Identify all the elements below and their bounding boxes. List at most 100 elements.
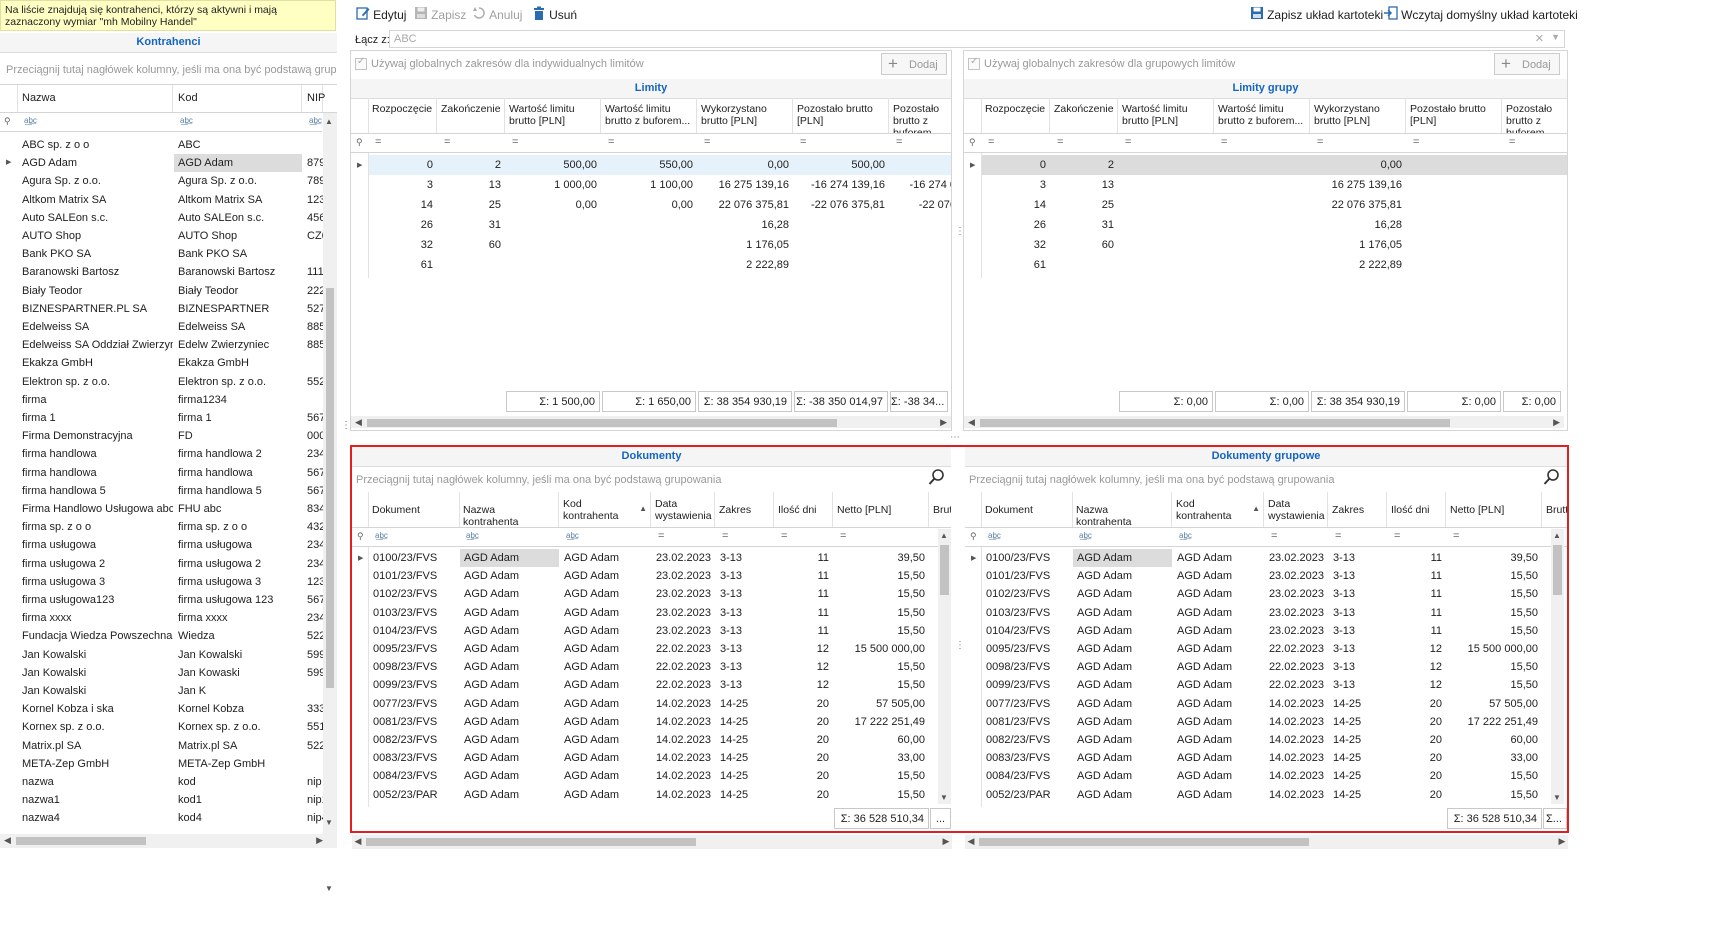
edit-button[interactable]: Edytuj [356,6,406,24]
link-combobox[interactable]: ABC ✕ ▼ [389,30,1565,48]
table-row[interactable]: firma xxxx firma xxxx 234 [0,609,323,627]
table-row[interactable]: 0077/23/FVS AGD Adam AGD Adam 14.02.2023 14-… [965,695,1550,713]
cancel-button[interactable]: Anuluj [472,6,522,24]
table-row[interactable]: 0052/23/PAR AGD Adam AGD Adam 14.02.2023 14-… [965,786,1550,804]
column-header-2[interactable]: NIP [303,85,325,112]
column-header-2[interactable]: Wartość limitu brutto [PLN] [506,98,601,133]
equals-filter-icon[interactable]: = [704,136,710,148]
table-row[interactable]: 0098/23/FVS AGD Adam AGD Adam 22.02.2023 3-1… [352,658,937,676]
table-row[interactable]: Jan Kowalski Jan Kowaski 599 [0,664,323,682]
equals-filter-icon[interactable]: = [1453,530,1459,542]
table-row[interactable]: Fundacja Wiedza Powszechna Wiedza 522 [0,627,323,645]
column-header-2[interactable]: Kod kontrahenta ▲ [560,492,651,527]
table-row[interactable]: 0084/23/FVS AGD Adam AGD Adam 14.02.2023 14-… [352,767,937,785]
table-row[interactable]: nazwa1 kod1 nip1 [0,791,323,809]
table-row[interactable]: 0081/23/FVS AGD Adam AGD Adam 14.02.2023 14-… [352,713,937,731]
scroll-left-icon[interactable]: ◀ [4,835,11,846]
group-limits-add-button[interactable]: + Dodaj [1494,53,1560,75]
scroll-down-icon[interactable]: ▼ [325,818,333,827]
scroll-up-icon[interactable]: ▲ [940,531,948,540]
table-row[interactable]: Edelweiss SA Edelweiss SA 885 [0,318,323,336]
table-row[interactable]: Ekakza GmbH Ekakza GmbH [0,354,322,372]
contractors-hscrollbar[interactable]: ◀ ▶ [0,834,337,848]
scroll-thumb[interactable] [326,288,334,688]
horizontal-splitter[interactable]: ⋯ [950,432,960,443]
equals-filter-icon[interactable]: = [781,530,787,542]
equals-filter-icon[interactable]: = [512,136,518,148]
table-row[interactable]: 0102/23/FVS AGD Adam AGD Adam 23.02.2023 3-1… [352,585,937,603]
save-layout-button[interactable]: Zapisz układ kartoteki [1250,6,1383,24]
equals-filter-icon[interactable]: = [444,136,450,148]
scroll-right-icon[interactable]: ▶ [940,417,947,428]
table-row[interactable]: Elektron sp. z o.o. Elektron sp. z o.o. 55… [0,373,323,391]
table-row[interactable]: 14 25 22 076 375,81 [982,195,1567,215]
limits-global-checkbox[interactable]: Używaj globalnych zakresów dla indywidua… [355,56,644,71]
table-row[interactable]: firma usługowa firma usługowa 234 [0,536,323,554]
text-filter-icon[interactable]: a͟b͟c [988,531,1001,540]
equals-filter-icon[interactable]: = [1221,136,1227,148]
column-header-4[interactable]: Zakres [1329,492,1387,527]
left-splitter[interactable]: ⋮ [341,420,351,431]
column-header-1[interactable]: Nazwa kontrahenta [1073,492,1172,527]
column-header-4[interactable]: Zakres [716,492,774,527]
table-row[interactable]: 0104/23/FVS AGD Adam AGD Adam 23.02.2023 3-1… [965,622,1550,640]
table-row[interactable]: 0077/23/FVS AGD Adam AGD Adam 14.02.2023 14-… [352,695,937,713]
documents-hscrollbar[interactable]: ◀ ▶ [352,835,952,849]
contractors-vscrollbar[interactable]: ▲ ▼ [323,113,337,893]
table-row[interactable]: 0103/23/FVS AGD Adam AGD Adam 23.02.2023 3-1… [352,604,937,622]
table-row[interactable]: Auto SALEon s.c. Auto SALEon s.c. 456 [0,209,323,227]
table-row[interactable]: Jan Kowalski Jan K [0,682,322,700]
text-filter-icon[interactable]: a͟b͟c [566,531,579,540]
table-row[interactable]: 0052/23/PAR AGD Adam AGD Adam 14.02.2023 14-… [352,786,937,804]
scroll-right-icon[interactable]: ▶ [1553,417,1560,428]
table-row[interactable]: firma handlowa 5 firma handlowa 5 567 [0,482,323,500]
load-layout-button[interactable]: Wczytaj domyślny układ kartoteki [1384,6,1578,24]
equals-filter-icon[interactable]: = [1394,530,1400,542]
table-row[interactable]: firma sp. z o o firma sp. z o o 432 [0,518,323,536]
table-row[interactable]: Firma Demonstracyjna FD 000 [0,427,323,445]
table-row[interactable]: 32 60 1 176,05 [369,235,951,255]
limits-hscrollbar[interactable]: ◀ ▶ [964,416,1564,428]
table-row[interactable]: 0103/23/FVS AGD Adam AGD Adam 23.02.2023 3-1… [965,604,1550,622]
equals-filter-icon[interactable]: = [1509,136,1515,148]
table-row[interactable]: firma 1 firma 1 567 [0,409,323,427]
table-row[interactable]: 61 2 222,89 [369,255,951,275]
column-header-5[interactable]: Pozostało brutto [PLN] [794,98,889,133]
table-row[interactable]: 0101/23/FVS AGD Adam AGD Adam 23.02.2023 3-1… [352,567,937,585]
table-row[interactable]: firma handlowa firma handlowa 2 234 [0,445,323,463]
text-filter-icon[interactable]: a͟b͟c [24,116,37,125]
vertical-splitter-top[interactable]: ⋮ [955,227,965,237]
table-row[interactable]: AUTO Shop AUTO Shop CZ6 [0,227,323,245]
column-header-6[interactable]: Pozostało brutto z buforem [PLN] [1503,98,1567,133]
table-row[interactable]: 0082/23/FVS AGD Adam AGD Adam 14.02.2023 14-… [352,731,937,749]
equals-filter-icon[interactable]: = [375,136,381,148]
column-header-5[interactable]: Ilość dni [775,492,833,527]
documents-vscrollbar[interactable]: ▲ ▼ [1551,529,1564,804]
table-row[interactable]: Biały Teodor Biały Teodor 222 [0,282,323,300]
scroll-thumb[interactable] [980,419,1450,427]
text-filter-icon[interactable]: a͟b͟c [1179,531,1192,540]
column-header-1[interactable]: Nazwa kontrahenta [460,492,559,527]
table-row[interactable]: BIZNESPARTNER.PL SA BIZNESPARTNER 527 [0,300,323,318]
text-filter-icon[interactable]: a͟b͟c [466,531,479,540]
equals-filter-icon[interactable]: = [722,530,728,542]
column-header-0[interactable]: Dokument [982,492,1073,527]
table-row[interactable]: 0 2 0,00 [982,155,1567,175]
text-filter-icon[interactable]: a͟b͟c [1079,531,1092,540]
table-row[interactable]: 0082/23/FVS AGD Adam AGD Adam 14.02.2023 14-… [965,731,1550,749]
table-row[interactable]: 0095/23/FVS AGD Adam AGD Adam 22.02.2023 3-1… [352,640,937,658]
group-documents-hscrollbar[interactable]: ◀ ▶ [965,835,1568,849]
column-header-5[interactable]: Pozostało brutto [PLN] [1407,98,1502,133]
scroll-left-icon[interactable]: ◀ [968,417,975,428]
equals-filter-icon[interactable]: = [840,530,846,542]
column-header-1[interactable]: Kod [174,85,302,112]
table-row[interactable]: 0104/23/FVS AGD Adam AGD Adam 23.02.2023 3-1… [352,622,937,640]
column-header-3[interactable]: Wartość limitu brutto z buforem... [1215,98,1310,133]
scroll-up-icon[interactable]: ▲ [325,117,333,126]
table-row[interactable]: 0099/23/FVS AGD Adam AGD Adam 22.02.2023 3-1… [965,676,1550,694]
table-row[interactable]: Edelweiss SA Oddział Zwierzyniec Edelw Zw… [0,336,323,354]
table-row[interactable]: Matrix.pl SA Matrix.pl SA 522 [0,737,323,755]
column-header-0[interactable]: Nazwa [18,85,173,112]
table-row[interactable]: 26 31 16,28 [369,215,951,235]
table-row[interactable]: ▶ 0100/23/FVS AGD Adam AGD Adam 23.02.2023 3-… [965,549,1550,567]
